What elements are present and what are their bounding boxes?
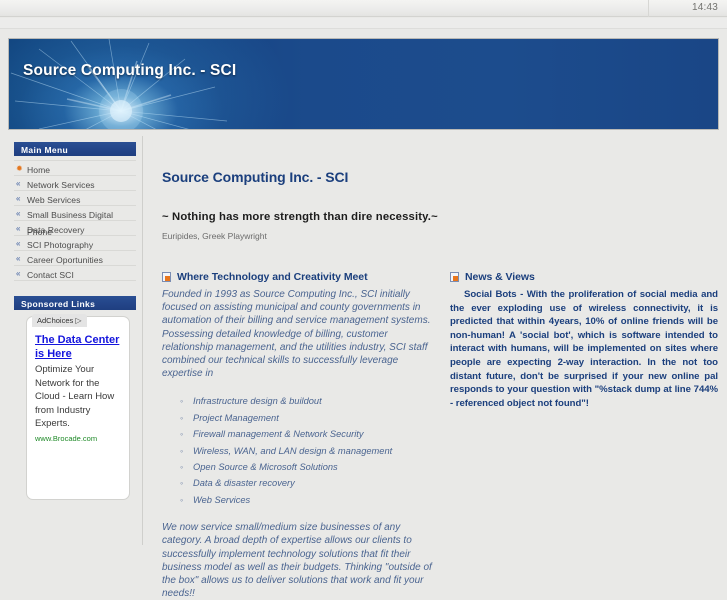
list-item: Infrastructure design & buildout <box>180 393 437 410</box>
page-body: Main Menu ✹ Home « Network Services « We… <box>8 136 719 599</box>
banner-title: Source Computing Inc. - SCI <box>23 62 237 79</box>
sidebar-link-web-services[interactable]: Web Services <box>27 195 80 205</box>
content-column-right: News & Views Social Bots - With the prol… <box>450 271 718 410</box>
quote-attribution: Euripides, Greek Playwright <box>162 231 267 241</box>
sidebar-item-small-business-digital-phone[interactable]: « Small Business Digital Phone <box>14 206 136 237</box>
sidebar: Main Menu ✹ Home « Network Services « We… <box>8 136 143 545</box>
triangle-right-icon: ▷ <box>75 316 82 325</box>
sponsored-links-block: Sponsored Links AdChoices ▷ The Data Cen… <box>8 296 143 500</box>
sidebar-item-contact-sci[interactable]: « Contact SCI <box>14 266 136 281</box>
sidebar-item-home[interactable]: ✹ Home <box>14 161 136 176</box>
double-arrow-icon: « <box>16 239 21 248</box>
advertisement-body: Optimize Your Network for the Cloud - Le… <box>35 364 115 429</box>
advertisement-headline-link[interactable]: The Data Center is Here <box>35 333 123 361</box>
sidebar-link-data-recovery[interactable]: Data Recovery <box>27 225 85 235</box>
news-article-text: Social Bots - With the proliferation of … <box>450 289 718 409</box>
double-arrow-icon: « <box>16 179 21 188</box>
browser-status-bar: 14:43 <box>0 0 727 17</box>
advertisement[interactable]: AdChoices ▷ The Data Center is Here Opti… <box>26 314 130 500</box>
quote-text: ~ Nothing has more strength than dire ne… <box>162 211 438 223</box>
sidebar-link-sci-photography[interactable]: SCI Photography <box>27 240 93 250</box>
burst-icon: ✹ <box>16 164 23 173</box>
toolbar-spacer <box>0 18 727 29</box>
sidebar-link-network-services[interactable]: Network Services <box>27 180 95 190</box>
site-banner: Source Computing Inc. - SCI <box>8 38 719 130</box>
list-item: Firewall management & Network Security <box>180 426 437 443</box>
list-item: Project Management <box>180 410 437 427</box>
sidebar-item-web-services[interactable]: « Web Services <box>14 191 136 206</box>
list-item: Web Services <box>180 492 437 509</box>
double-arrow-icon: « <box>16 254 21 263</box>
document-new-icon <box>162 272 171 282</box>
double-arrow-icon: « <box>16 209 21 218</box>
list-item: Wireless, WAN, and LAN design & manageme… <box>180 443 437 460</box>
section-heading-technology-creativity: Where Technology and Creativity Meet <box>162 271 437 283</box>
list-item: Data & disaster recovery <box>180 475 437 492</box>
sidebar-link-career-oportunities[interactable]: Career Oportunities <box>27 255 103 265</box>
sidebar-item-career-oportunities[interactable]: « Career Oportunities <box>14 251 136 266</box>
double-arrow-icon: « <box>16 224 21 233</box>
sponsored-links-heading: Sponsored Links <box>14 296 136 310</box>
page-root: Source Computing Inc. - SCI Main Menu ✹ … <box>0 29 727 599</box>
page-title: Source Computing Inc. - SCI <box>162 169 349 185</box>
double-arrow-icon: « <box>16 269 21 278</box>
fractal-burst-graphic <box>10 39 228 129</box>
document-new-icon <box>450 272 459 282</box>
advertisement-display-url: www.Brocade.com <box>35 433 98 443</box>
main-content: Source Computing Inc. - SCI ~ Nothing ha… <box>152 136 719 599</box>
sidebar-item-data-recovery[interactable]: « Data Recovery <box>14 221 136 236</box>
list-item: Open Source & Microsoft Solutions <box>180 459 437 476</box>
adchoices-label: AdChoices <box>37 316 74 325</box>
advertisement-content: The Data Center is Here Optimize Your Ne… <box>27 317 129 443</box>
main-menu-block: Main Menu ✹ Home « Network Services « We… <box>8 142 143 301</box>
sidebar-item-sci-photography[interactable]: « SCI Photography <box>14 236 136 251</box>
closing-paragraph: We now service small/medium size busines… <box>162 522 432 600</box>
adchoices-badge[interactable]: AdChoices ▷ <box>32 314 87 327</box>
intro-paragraph: Founded in 1993 as Source Computing Inc.… <box>162 289 431 380</box>
section-heading-label: Where Technology and Creativity Meet <box>177 271 368 283</box>
main-menu-heading: Main Menu <box>14 142 136 156</box>
services-list: Infrastructure design & buildout Project… <box>162 393 437 508</box>
clock: 14:43 <box>691 2 718 13</box>
status-bar-divider <box>648 0 649 17</box>
sidebar-link-home[interactable]: Home <box>27 165 50 175</box>
content-column-left: Where Technology and Creativity Meet Fou… <box>162 271 437 600</box>
sidebar-link-contact-sci[interactable]: Contact SCI <box>27 270 74 280</box>
sidebar-item-network-services[interactable]: « Network Services <box>14 176 136 191</box>
section-heading-news-views: News & Views <box>450 271 718 283</box>
double-arrow-icon: « <box>16 194 21 203</box>
section-heading-label: News & Views <box>465 271 535 283</box>
main-menu-list: ✹ Home « Network Services « Web Services… <box>14 160 136 281</box>
